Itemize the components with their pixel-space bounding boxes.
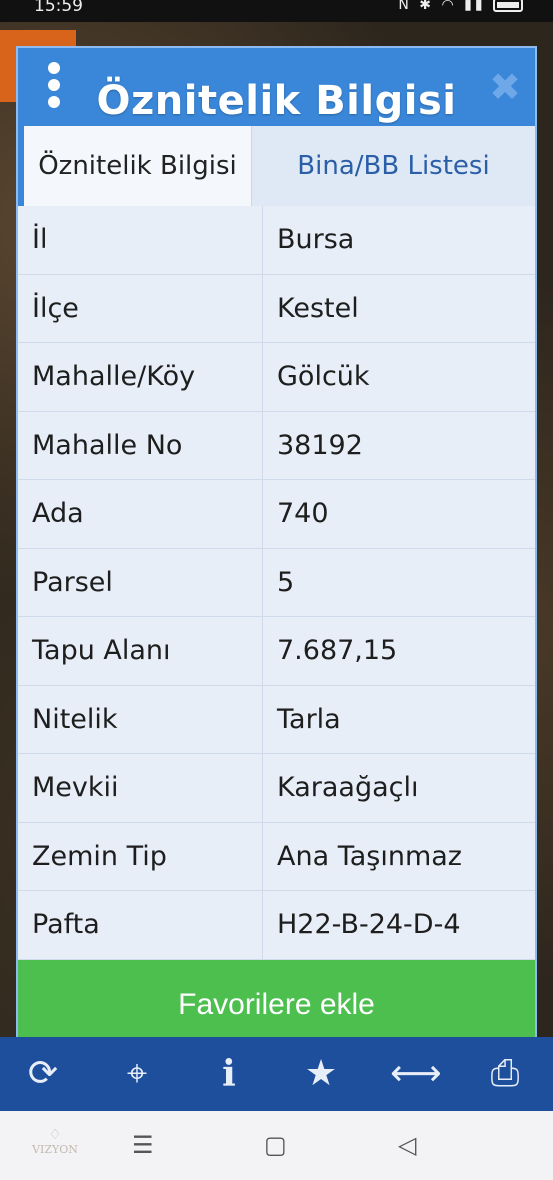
dialog-header: Öznitelik Bilgisi ✖ [18, 48, 535, 124]
table-row: Ada 740 [18, 480, 535, 549]
home-icon[interactable]: ▢ [264, 1131, 287, 1159]
row-label: Zemin Tip [18, 822, 263, 890]
table-row: Mahalle/Köy Gölcük [18, 343, 535, 412]
row-label: Parsel [18, 548, 263, 616]
diamond-icon: ♢ [48, 1127, 62, 1143]
signal-icon: ▮▮ [464, 0, 486, 13]
table-row: Tapu Alanı 7.687,15 [18, 617, 535, 686]
bluetooth-icon: ✱ [419, 0, 434, 13]
tab-building-list[interactable]: Bina/BB Listesi [252, 126, 535, 206]
refresh-icon[interactable]: ⟳ [20, 1051, 66, 1097]
table-row: Zemin Tip Ana Taşınmaz [18, 822, 535, 891]
crosshair-icon[interactable]: ⌖ [114, 1051, 160, 1097]
star-icon[interactable]: ★ [298, 1051, 344, 1097]
nfc-icon: N [398, 0, 412, 13]
table-row: Pafta H22-B-24-D-4 [18, 891, 535, 960]
row-value: H22-B-24-D-4 [277, 909, 461, 940]
row-label: İl [18, 206, 263, 274]
map-toolbar: ⟳ ⌖ i ★ ⟷ ⎙ [0, 1037, 553, 1111]
table-row: Mahalle No 38192 [18, 411, 535, 480]
row-value: Kestel [277, 292, 359, 324]
battery-icon [493, 0, 523, 12]
info-icon[interactable]: i [206, 1051, 252, 1097]
row-value: 7.687,15 [277, 635, 398, 666]
close-icon[interactable]: ✖ [489, 68, 521, 106]
table-row: İl Bursa [18, 206, 535, 275]
logo-text: VIZYON [32, 1143, 78, 1156]
table-row: Parsel 5 [18, 548, 535, 617]
row-value: Tarla [277, 703, 341, 735]
dialog-tabs: Öznitelik Bilgisi Bina/BB Listesi [24, 126, 535, 206]
dialog-title: Öznitelik Bilgisi [96, 78, 457, 124]
back-icon[interactable]: ◁ [398, 1131, 416, 1159]
table-row: Mevkii Karaağaçlı [18, 754, 535, 823]
table-row: Nitelik Tarla [18, 685, 535, 754]
system-nav-bar: ♢ VIZYON ☰ ▢ ◁ [0, 1111, 553, 1180]
attribute-table: İl Bursa İlçe Kestel Mahalle/Köy Gölcük Mahall… [18, 206, 535, 960]
status-icons: N ✱ ◠ ▮▮ [398, 0, 523, 13]
wifi-icon: ◠ [441, 0, 457, 13]
row-label: Mahalle/Köy [18, 343, 263, 411]
row-value: Karaağaçlı [277, 772, 419, 803]
row-label: Pafta [18, 891, 263, 959]
vizyon-logo: ♢ VIZYON [14, 1121, 96, 1173]
recent-apps-icon[interactable]: ☰ [132, 1131, 154, 1159]
table-row: İlçe Kestel [18, 274, 535, 343]
row-value: 5 [277, 566, 295, 598]
status-time: 15:59 [34, 0, 83, 16]
row-label: Mahalle No [18, 411, 263, 479]
resize-arrows-icon[interactable]: ⟷ [390, 1051, 442, 1097]
row-value: Ana Taşınmaz [277, 840, 462, 872]
status-bar: 15:59 N ✱ ◠ ▮▮ [0, 0, 553, 22]
row-label: Mevkii [18, 754, 263, 822]
row-value: Gölcük [277, 361, 370, 392]
row-value: 38192 [277, 429, 363, 461]
row-label: Ada [18, 480, 263, 548]
row-label: İlçe [18, 274, 263, 342]
tab-attribute-info[interactable]: Öznitelik Bilgisi [24, 126, 252, 206]
row-value: Bursa [277, 224, 355, 255]
row-value: 740 [277, 498, 329, 529]
row-label: Nitelik [18, 685, 263, 753]
attribute-info-dialog: Öznitelik Bilgisi ✖ Öznitelik Bilgisi Bi… [16, 46, 537, 1052]
row-label: Tapu Alanı [18, 617, 263, 685]
printer-icon[interactable]: ⎙ [482, 1051, 528, 1097]
